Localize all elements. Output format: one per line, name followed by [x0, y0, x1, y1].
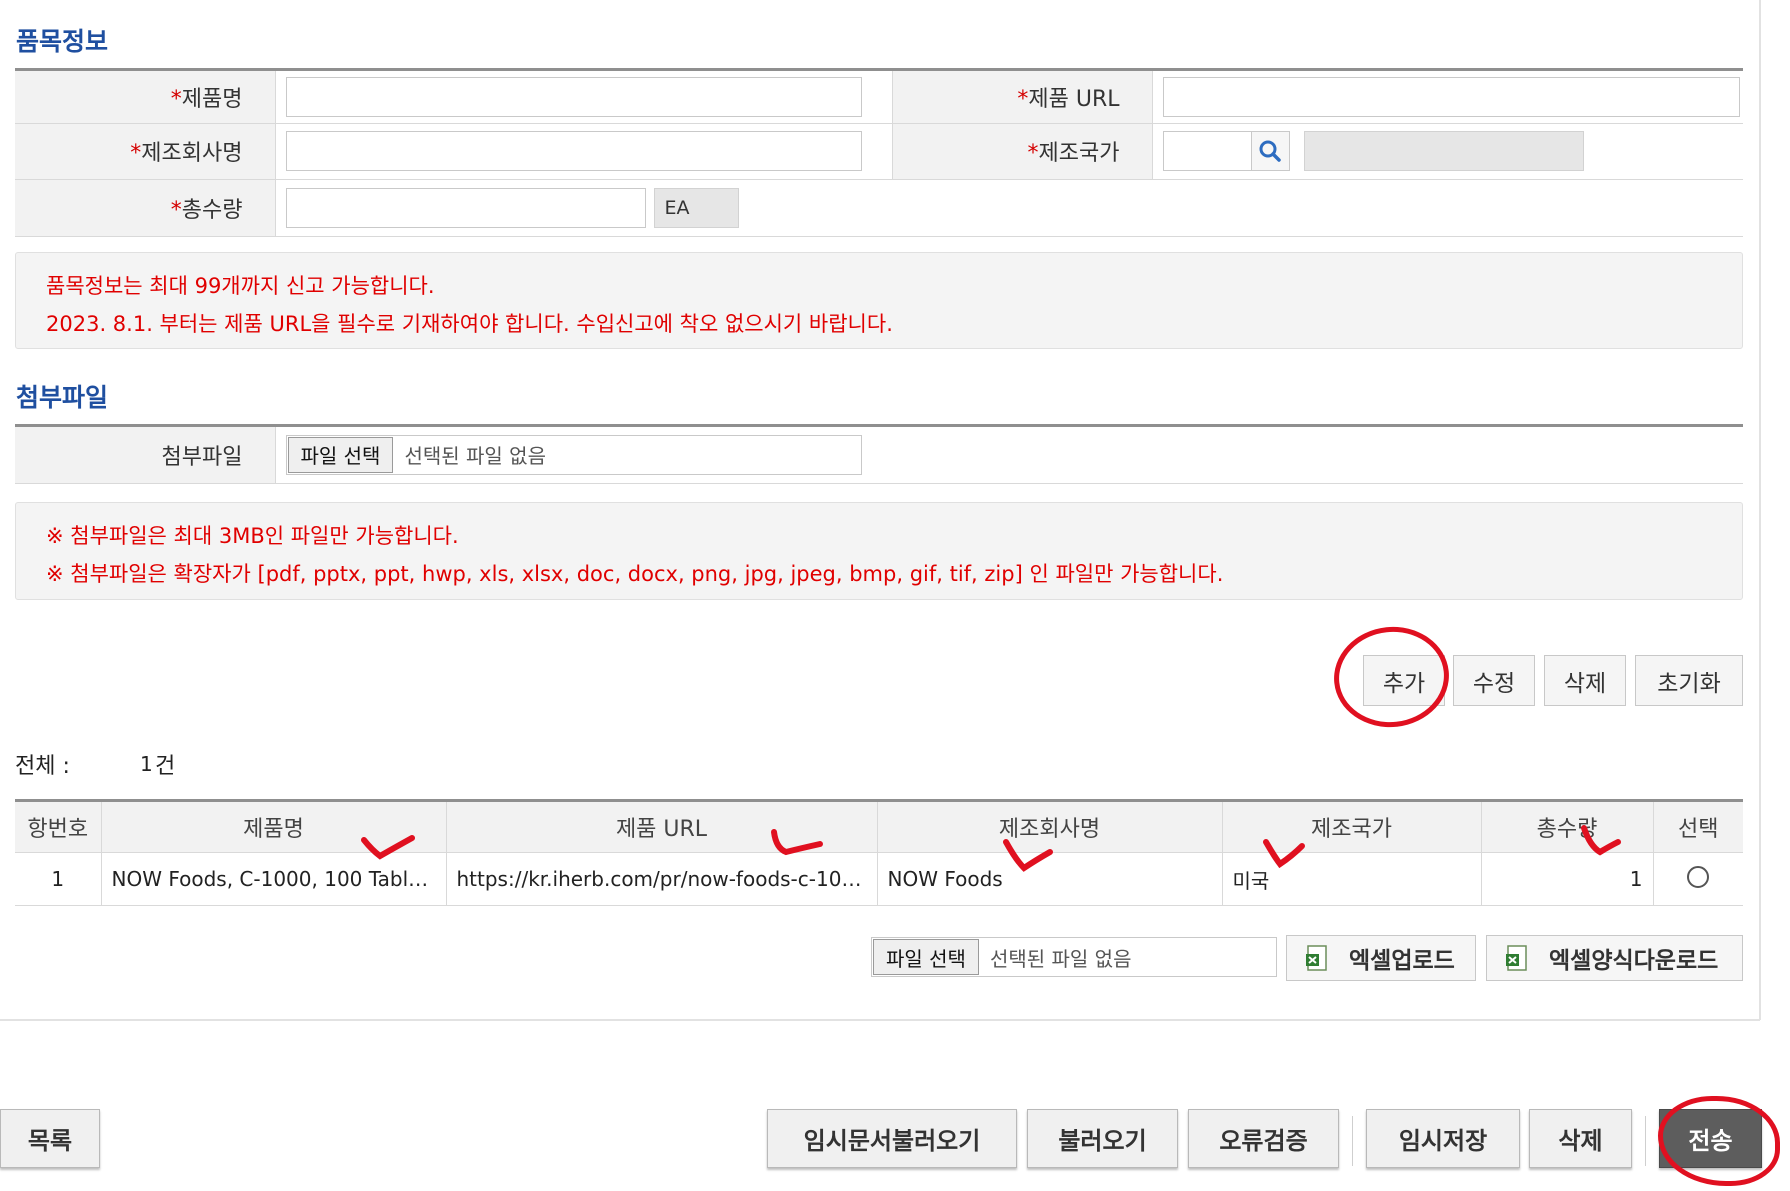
- product-name-label: *제품명: [15, 71, 276, 124]
- quantity-input[interactable]: [285, 187, 646, 228]
- toolbar-divider: [1645, 1116, 1646, 1166]
- attachment-file-button[interactable]: 파일 선택: [287, 436, 394, 473]
- item-notice: 품목정보는 최대 99개까지 신고 가능합니다. 2023. 8.1. 부터는 …: [15, 252, 1743, 349]
- validate-button[interactable]: 오류검증: [1188, 1109, 1339, 1168]
- highlight-circle-add: [1329, 621, 1454, 733]
- excel-icon: [1506, 945, 1527, 971]
- attachment-form: 첨부파일 파일 선택 선택된 파일 없음: [15, 427, 1743, 484]
- checkmark-annotation: [771, 829, 823, 856]
- edit-button[interactable]: 수정: [1453, 655, 1535, 706]
- cell-quantity: 1: [1480, 852, 1654, 906]
- cell-no: 1: [15, 852, 102, 906]
- search-icon: [1259, 140, 1281, 162]
- col-header-select: 선택: [1652, 800, 1743, 853]
- product-url-label: *제품 URL: [892, 71, 1153, 124]
- item-list-table: 항번호 제품명 제품 URL 제조회사명 제조국가 총수량 선택 1 NOW F…: [15, 799, 1743, 906]
- checkmark-annotation: [361, 835, 415, 860]
- col-header-country: 제조국가: [1221, 800, 1482, 853]
- list-button[interactable]: 목록: [0, 1109, 100, 1168]
- product-url-input[interactable]: [1162, 76, 1740, 117]
- excel-upload-button[interactable]: 엑셀업로드: [1286, 935, 1476, 981]
- table-row[interactable]: 1 NOW Foods, C-1000, 100 Tablets https:/…: [15, 852, 1743, 906]
- row-select-radio[interactable]: [1687, 865, 1710, 888]
- col-header-no: 항번호: [15, 800, 102, 853]
- item-notice-line-1: 품목정보는 최대 99개까지 신고 가능합니다.: [46, 274, 435, 298]
- attachment-file-status: 선택된 파일 없음: [404, 444, 546, 469]
- country-search-button[interactable]: [1250, 131, 1290, 171]
- panel-border-bottom: [0, 1019, 1760, 1021]
- total-label: 전체 :: [15, 754, 70, 779]
- attachment-file-picker: 파일 선택 선택된 파일 없음: [285, 434, 862, 475]
- product-name-input[interactable]: [285, 76, 862, 117]
- excel-upload-label: 엑셀업로드: [1349, 948, 1455, 974]
- excel-file-picker: 파일 선택 선택된 파일 없음: [871, 937, 1277, 977]
- excel-file-status: 선택된 파일 없음: [989, 946, 1132, 971]
- attachment-notice-line-2: ※ 첨부파일은 확장자가 [pdf, pptx, ppt, hwp, xls, …: [46, 562, 1224, 586]
- country-label: *제조국가: [892, 123, 1153, 180]
- delete-item-button[interactable]: 삭제: [1544, 655, 1626, 706]
- total-unit: 건: [155, 754, 176, 779]
- checkmark-annotation: [1263, 839, 1305, 869]
- excel-file-button[interactable]: 파일 선택: [873, 939, 979, 975]
- load-button[interactable]: 불러오기: [1027, 1109, 1178, 1168]
- total-count: 1: [140, 752, 153, 776]
- country-code-input[interactable]: [1162, 131, 1251, 171]
- delete-document-button[interactable]: 삭제: [1529, 1109, 1632, 1168]
- reset-button[interactable]: 초기화: [1635, 655, 1743, 706]
- excel-template-download-label: 엑셀양식다운로드: [1549, 948, 1719, 974]
- checkmark-annotation: [1581, 825, 1621, 856]
- load-temp-document-button[interactable]: 임시문서불러오기: [767, 1109, 1017, 1168]
- manufacturer-input[interactable]: [285, 131, 862, 171]
- toolbar-divider: [1352, 1116, 1353, 1166]
- cell-country: 미국: [1221, 852, 1482, 906]
- attachment-notice: ※ 첨부파일은 최대 3MB인 파일만 가능합니다. ※ 첨부파일은 확장자가 …: [15, 502, 1743, 600]
- attachment-label: 첨부파일: [15, 427, 276, 484]
- checkmark-annotation: [1003, 839, 1053, 872]
- country-name-display: [1303, 131, 1584, 171]
- highlight-circle-send: [1658, 1096, 1780, 1186]
- cell-product-url: https://kr.iherb.com/pr/now-foods-c-1000…: [445, 852, 878, 906]
- excel-icon: [1306, 945, 1327, 971]
- attachment-notice-line-1: ※ 첨부파일은 최대 3MB인 파일만 가능합니다.: [46, 524, 459, 548]
- item-notice-line-2: 2023. 8.1. 부터는 제품 URL을 필수로 기재하여야 합니다. 수입…: [46, 312, 893, 336]
- country-search: [1162, 131, 1290, 171]
- item-section-title: 품목정보: [16, 27, 109, 56]
- attachment-section-title: 첨부파일: [16, 383, 109, 412]
- save-temp-button[interactable]: 임시저장: [1366, 1109, 1520, 1168]
- quantity-unit: EA: [653, 187, 739, 228]
- panel-border-right: [1759, 0, 1761, 1020]
- item-form: *제품명 *제품 URL *제조회사명 *제조국가 *총수량 EA: [15, 71, 1743, 237]
- excel-template-download-button[interactable]: 엑셀양식다운로드: [1486, 935, 1743, 981]
- manufacturer-label: *제조회사명: [15, 123, 276, 180]
- quantity-label: *총수량: [15, 179, 276, 237]
